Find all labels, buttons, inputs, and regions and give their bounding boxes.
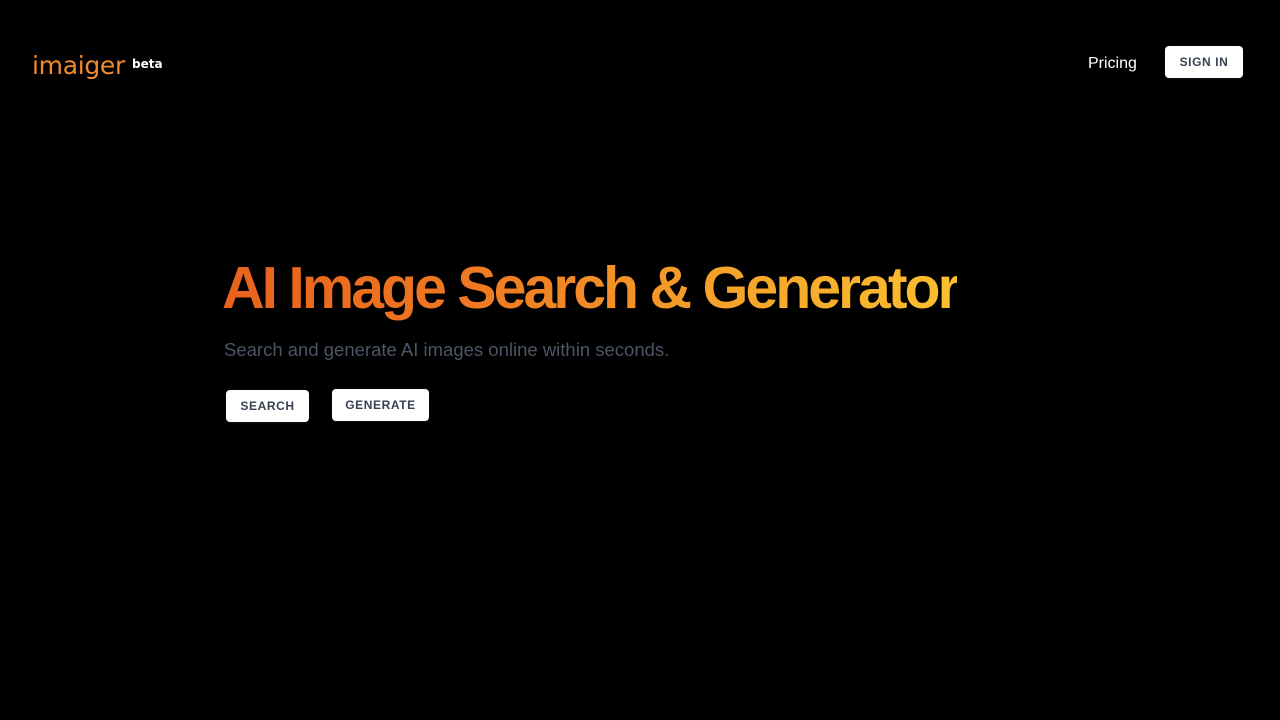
pricing-link[interactable]: Pricing [1088, 54, 1137, 74]
sign-in-button[interactable]: SIGN IN [1165, 46, 1243, 78]
hero-subtitle: Search and generate AI images online wit… [224, 339, 670, 360]
logo[interactable]: imaiger beta [32, 50, 163, 82]
hero-title: AI Image Search & Generator [222, 255, 960, 321]
landing-page: imaiger beta Pricing SIGN IN AI Image Se… [0, 0, 1280, 720]
logo-wordmark: imaiger [32, 51, 125, 80]
beta-badge: beta [132, 57, 163, 71]
search-button[interactable]: SEARCH [226, 390, 309, 422]
generate-button[interactable]: GENERATE [332, 389, 429, 421]
